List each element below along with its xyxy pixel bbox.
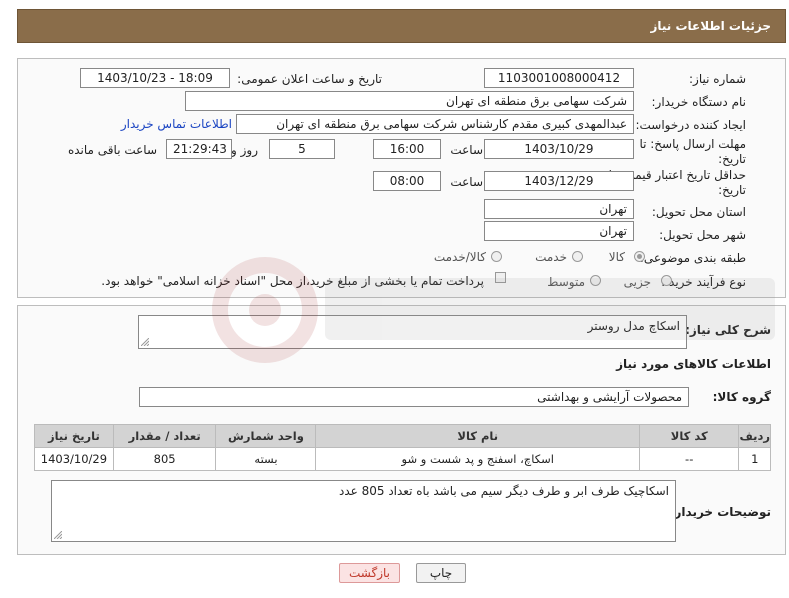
- treasury-payment-note: پرداخت تمام یا بخشی از مبلغ خرید،از محل …: [101, 274, 484, 288]
- reply-deadline-date-label: تاریخ:: [718, 152, 746, 166]
- remaining-label: ساعت باقی مانده: [67, 143, 157, 157]
- goods-group-label: گروه کالا:: [712, 390, 771, 404]
- col-row-number: ردیف: [738, 424, 771, 448]
- category-radio-goods-service[interactable]: [491, 251, 502, 262]
- reply-time-field: 16:00: [373, 139, 441, 159]
- goods-table-header: ردیف کد کالا نام کالا واحد شمارش تعداد /…: [34, 424, 771, 448]
- announce-label: تاریخ و ساعت اعلان عمومی:: [237, 72, 382, 86]
- reply-date-field: 1403/10/29: [484, 139, 634, 159]
- goods-group-field: محصولات آرایشی و بهداشتی: [139, 387, 689, 407]
- page-header: جزئیات اطلاعات نیاز: [17, 9, 786, 43]
- goods-table: ردیف کد کالا نام کالا واحد شمارش تعداد /…: [34, 424, 771, 471]
- col-item-name: نام کالا: [315, 424, 640, 448]
- col-unit: واحد شمارش: [215, 424, 317, 448]
- buyer-notes-label: توضیحات خریدار:: [669, 505, 771, 519]
- print-button[interactable]: چاپ: [416, 563, 466, 583]
- buyer-org-label: نام دستگاه خریدار:: [651, 95, 747, 109]
- category-label: طبقه بندی موضوعی:: [639, 251, 746, 265]
- goods-info-title: اطلاعات کالاهای مورد نیاز: [616, 357, 771, 371]
- page-title: جزئیات اطلاعات نیاز: [650, 19, 771, 33]
- buyer-org-field: شرکت سهامی برق منطقه ای تهران: [185, 91, 634, 111]
- back-button[interactable]: بازگشت: [339, 563, 400, 583]
- process-option-medium: متوسط: [547, 275, 585, 289]
- buyer-notes-field: اسکاچیک طرف ابر و طرف دیگر سیم می باشد ب…: [51, 480, 676, 542]
- days-label: روز و: [231, 143, 258, 157]
- cell-row-number: 1: [738, 447, 771, 471]
- need-number-label: شماره نیاز:: [689, 72, 746, 86]
- announce-field: 1403/10/23 - 18:09: [80, 68, 230, 88]
- category-radio-goods[interactable]: [634, 251, 645, 262]
- creator-label: ایجاد کننده درخواست:: [635, 118, 746, 132]
- summary-text: اسکاچ مدل روستر: [587, 319, 680, 333]
- cell-need-date: 1403/10/29: [34, 447, 114, 471]
- price-deadline-date-label: تاریخ:: [718, 183, 746, 197]
- cell-item-name: اسکاچ، اسفنج و پد شست و شو: [315, 447, 640, 471]
- table-row: 1 -- اسکاچ، اسفنج و پد شست و شو بسته 805…: [34, 447, 771, 471]
- category-radio-service[interactable]: [572, 251, 583, 262]
- treasury-payment-checkbox[interactable]: [495, 272, 506, 283]
- category-option-service: خدمت: [535, 250, 567, 264]
- resize-grip-icon[interactable]: [141, 338, 149, 346]
- process-option-minor: جزیی: [623, 275, 651, 289]
- city-field: تهران: [484, 221, 634, 241]
- summary-field: اسکاچ مدل روستر: [138, 315, 687, 349]
- reply-deadline-label: مهلت ارسال پاسخ: تا: [639, 137, 746, 151]
- col-quantity: تعداد / مقدار: [112, 424, 217, 448]
- days-field: 5: [269, 139, 335, 159]
- creator-field: عبدالمهدی کبیری مقدم کارشناس شرکت سهامی …: [236, 114, 634, 134]
- process-radio-medium[interactable]: [590, 275, 601, 286]
- remaining-time-field: 21:29:43: [166, 139, 232, 159]
- buyer-notes-text: اسکاچیک طرف ابر و طرف دیگر سیم می باشد ب…: [338, 484, 669, 498]
- category-option-goods: کالا: [608, 250, 625, 264]
- category-option-goods-service: کالا/خدمت: [433, 250, 486, 264]
- buyer-contact-link[interactable]: اطلاعات تماس خریدار: [121, 117, 232, 131]
- resize-grip-icon[interactable]: [54, 531, 62, 539]
- summary-label: شرح کلی نیاز:: [685, 323, 771, 337]
- cell-item-code: --: [638, 447, 740, 471]
- price-time-label: ساعت: [450, 175, 483, 189]
- need-number-field: 1103001008000412: [484, 68, 634, 88]
- process-label: نوع فرآیند خرید :: [661, 275, 746, 289]
- reply-time-label: ساعت: [450, 143, 483, 157]
- col-item-code: کد کالا: [638, 424, 740, 448]
- col-need-date: تاریخ نیاز: [34, 424, 114, 448]
- cell-unit: بسته: [215, 447, 317, 471]
- process-radio-minor[interactable]: [661, 275, 672, 286]
- city-label: شهر محل تحویل:: [659, 228, 746, 242]
- cell-quantity: 805: [112, 447, 217, 471]
- price-date-field: 1403/12/29: [484, 171, 634, 191]
- price-time-field: 08:00: [373, 171, 441, 191]
- province-label: استان محل تحویل:: [651, 205, 746, 219]
- province-field: تهران: [484, 199, 634, 219]
